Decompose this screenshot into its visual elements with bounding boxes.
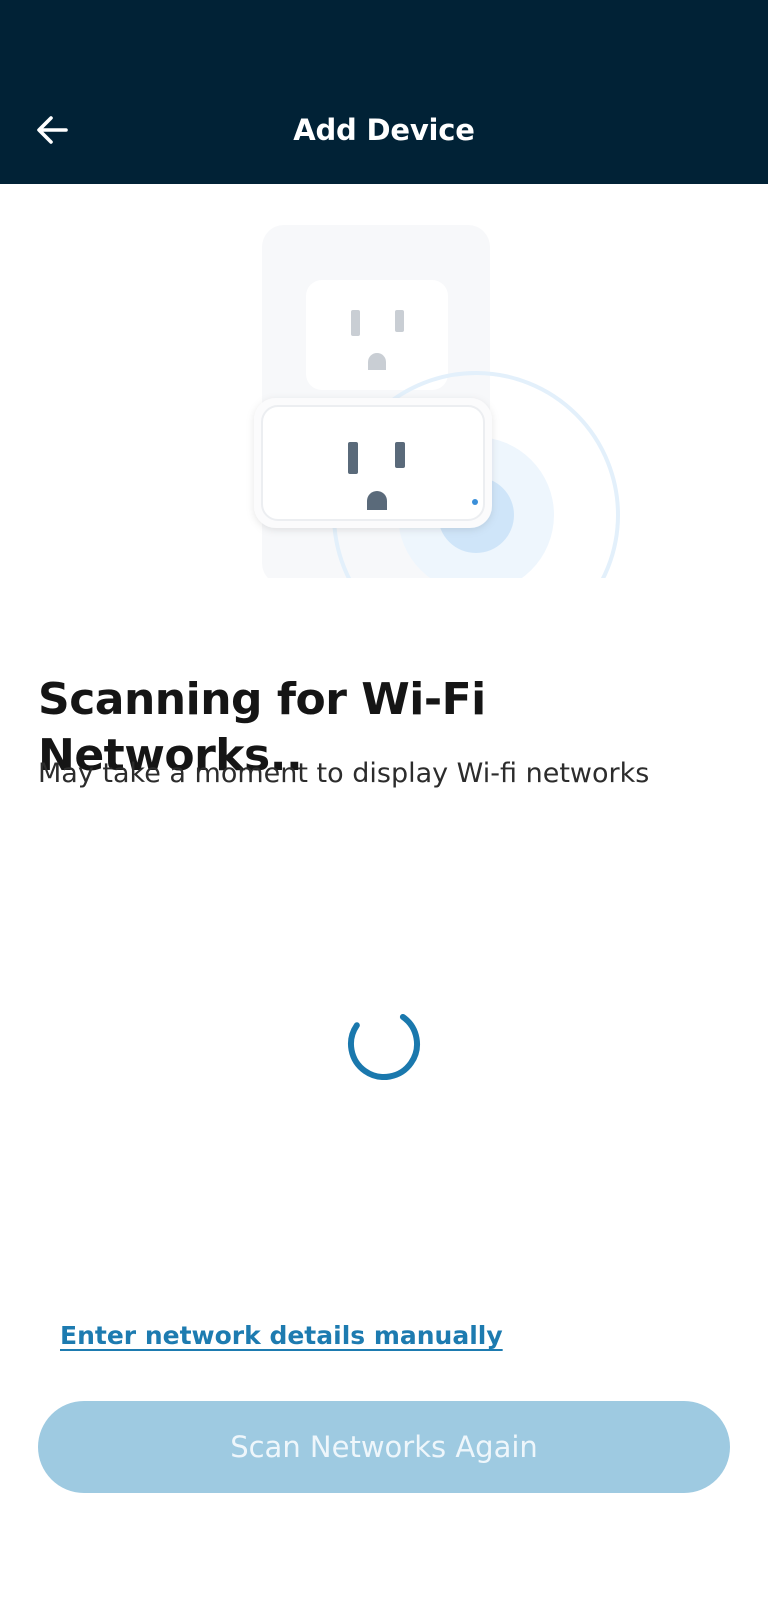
- scan-networks-again-button[interactable]: Scan Networks Again: [38, 1401, 730, 1493]
- smart-plug-illustration: [240, 225, 630, 595]
- upper-outlet: [306, 280, 448, 390]
- loading-spinner-icon: [348, 1008, 420, 1080]
- scanning-subtext: May take a moment to display Wi-fi netwo…: [38, 758, 650, 789]
- app-header: Add Device: [0, 0, 768, 184]
- page-title: Add Device: [293, 113, 475, 147]
- enter-network-manually-link[interactable]: Enter network details manually: [60, 1318, 503, 1354]
- status-led: [472, 499, 478, 505]
